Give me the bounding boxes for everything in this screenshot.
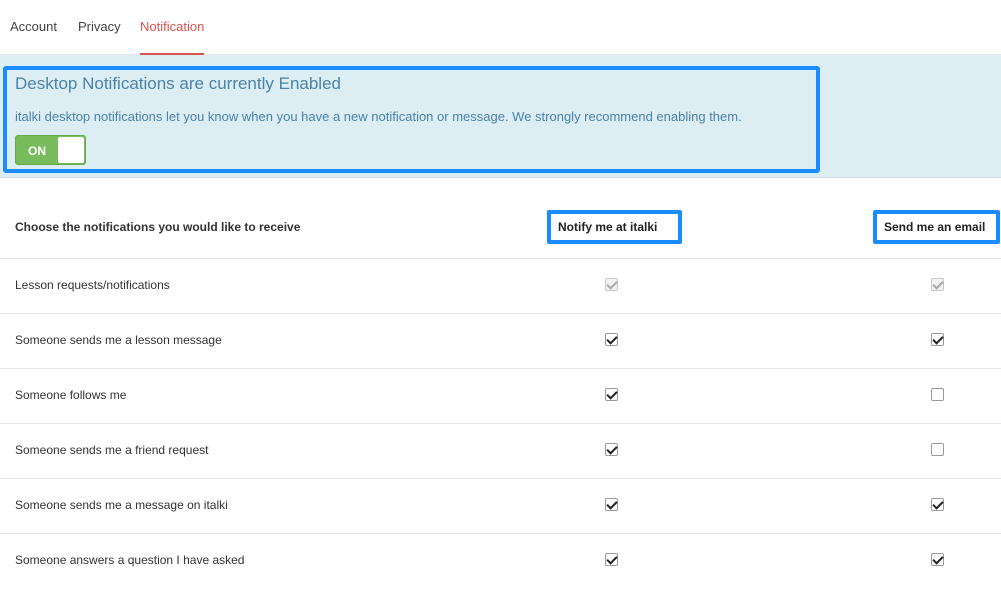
- send-email-label: Send me an email: [884, 220, 986, 234]
- notify-checkbox[interactable]: [605, 443, 618, 456]
- table-row: Someone sends me a lesson message: [0, 314, 1001, 369]
- email-checkbox[interactable]: [931, 278, 944, 291]
- email-checkbox[interactable]: [931, 388, 944, 401]
- notify-checkbox[interactable]: [605, 388, 618, 401]
- row-label: Someone follows me: [15, 388, 127, 402]
- desktop-notifications-highlight: Desktop Notifications are currently Enab…: [3, 66, 820, 173]
- tab-account[interactable]: Account: [10, 0, 57, 55]
- notify-checkbox[interactable]: [605, 498, 618, 511]
- tab-notification[interactable]: Notification: [140, 0, 205, 55]
- email-checkbox[interactable]: [931, 443, 944, 456]
- banner-description: italki desktop notifications let you kno…: [15, 109, 742, 124]
- toggle-knob: [58, 137, 84, 163]
- table-header-label: Choose the notifications you would like …: [15, 220, 301, 234]
- notify-checkbox[interactable]: [605, 333, 618, 346]
- table-row: Someone sends me a message on italki: [0, 479, 1001, 534]
- notify-at-italki-label: Notify me at italki: [558, 220, 658, 234]
- desktop-notifications-banner: Desktop Notifications are currently Enab…: [0, 55, 1001, 178]
- table-header-row: Choose the notifications you would like …: [0, 178, 1001, 259]
- email-checkbox[interactable]: [931, 333, 944, 346]
- send-email-column-header: Send me an email: [873, 210, 1000, 244]
- tab-privacy[interactable]: Privacy: [78, 0, 121, 55]
- row-label: Lesson requests/notifications: [15, 278, 170, 292]
- notify-at-italki-column-header: Notify me at italki: [547, 210, 682, 244]
- row-label: Someone sends me a message on italki: [15, 498, 228, 512]
- table-row: Someone sends me a friend request: [0, 424, 1001, 479]
- notify-checkbox[interactable]: [605, 278, 618, 291]
- banner-title: Desktop Notifications are currently Enab…: [15, 74, 341, 93]
- desktop-notifications-toggle[interactable]: ON: [15, 135, 86, 165]
- row-label: Someone answers a question I have asked: [15, 553, 245, 567]
- settings-tabs: Account Privacy Notification: [0, 0, 1001, 55]
- row-label: Someone sends me a friend request: [15, 443, 209, 457]
- toggle-label: ON: [28, 144, 46, 158]
- table-row: Lesson requests/notifications: [0, 259, 1001, 314]
- email-checkbox[interactable]: [931, 553, 944, 566]
- row-label: Someone sends me a lesson message: [15, 333, 222, 347]
- notify-checkbox[interactable]: [605, 553, 618, 566]
- table-row: Someone answers a question I have asked: [0, 534, 1001, 589]
- table-row: Someone follows me: [0, 369, 1001, 424]
- email-checkbox[interactable]: [931, 498, 944, 511]
